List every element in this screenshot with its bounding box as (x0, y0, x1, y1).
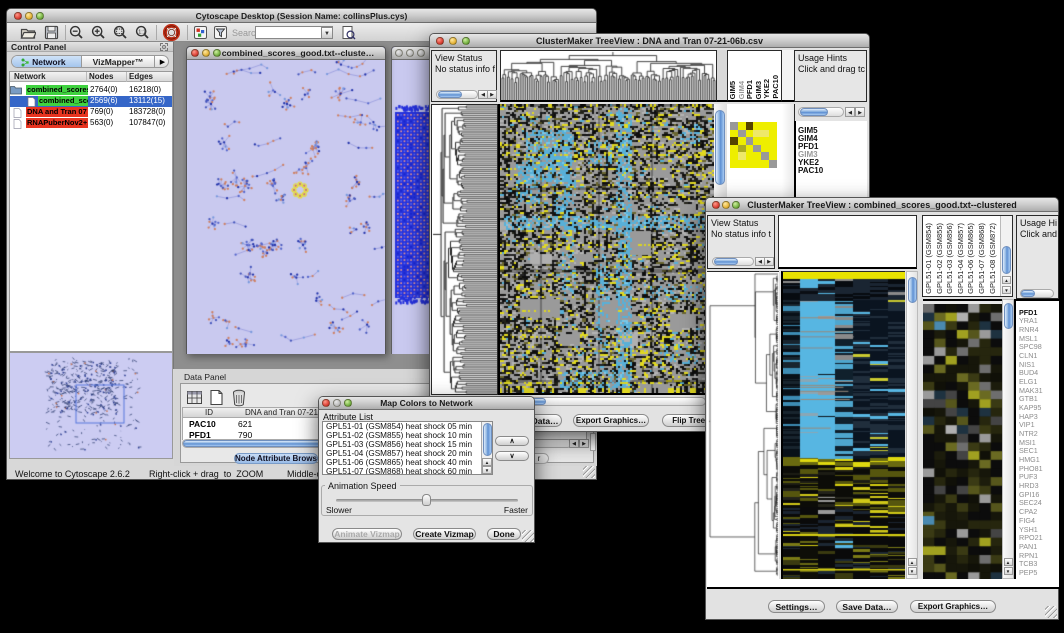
svg-text:1:1: 1:1 (138, 29, 146, 35)
